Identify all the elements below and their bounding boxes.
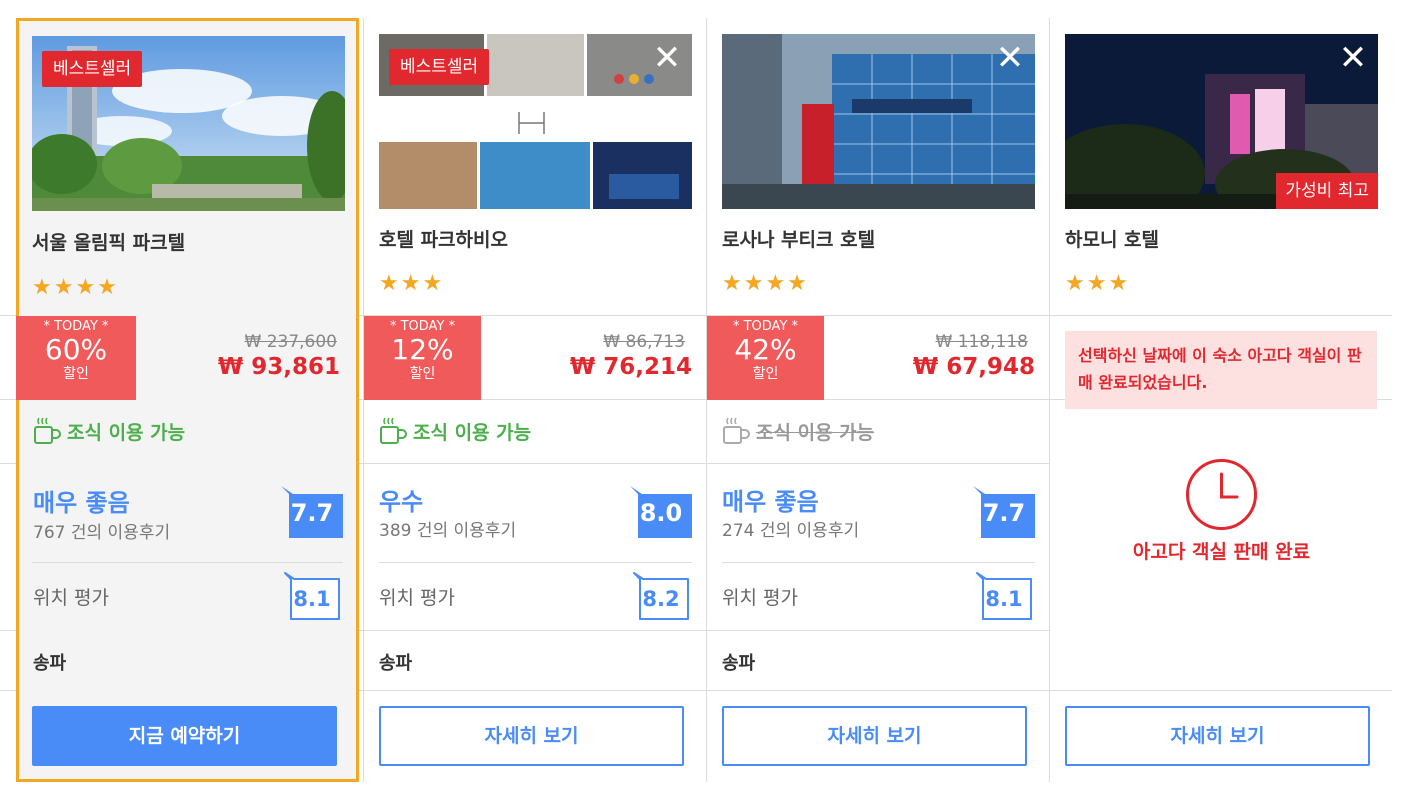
- review-rating-word: 매우 좋음: [33, 489, 130, 517]
- area-label: 송파: [722, 653, 756, 674]
- discounted-price: ₩ 93,861: [217, 354, 340, 380]
- soldout-label: 아고다 객실 판매 완료: [1132, 541, 1311, 563]
- location-score-badge: 8.1: [284, 572, 340, 620]
- hotel-photo[interactable]: 베스트셀러 ✕: [379, 34, 692, 209]
- discount-label: 할인: [409, 366, 436, 382]
- today-discount-badge: * TODAY * 42% 할인: [707, 316, 824, 400]
- discounted-price: ₩ 67,948: [912, 354, 1035, 380]
- discount-label: 할인: [63, 366, 89, 382]
- location-rating-label: 위치 평가: [379, 587, 455, 609]
- location-score: 8.2: [642, 587, 680, 611]
- today-label: * TODAY *: [43, 319, 109, 334]
- clock-icon: [1185, 458, 1258, 535]
- star-rating: ★★★: [1065, 271, 1131, 296]
- best-value-badge: 가성비 최고: [1276, 173, 1378, 209]
- discount-percent: 60%: [44, 333, 108, 366]
- divider: [722, 562, 1035, 563]
- original-price: ₩ 237,600: [244, 332, 337, 352]
- hotel-photo[interactable]: ✕: [722, 34, 1035, 209]
- divider: [32, 562, 343, 563]
- location-score: 8.1: [985, 587, 1023, 611]
- breakfast-label: 조식 이용 가능: [756, 421, 875, 444]
- location-score-badge: 8.1: [976, 572, 1032, 620]
- review-count[interactable]: 274 건의 이용후기: [722, 516, 859, 541]
- area-label: 송파: [379, 653, 413, 674]
- review-score: 7.7: [290, 499, 334, 527]
- today-label: * TODAY *: [732, 319, 799, 334]
- location-rating-label: 위치 평가: [33, 587, 109, 609]
- coffee-cup-icon: [380, 417, 407, 444]
- breakfast-info-unavailable: 조식 이용 가능: [722, 416, 874, 446]
- close-icon[interactable]: ✕: [995, 40, 1025, 76]
- review-score: 8.0: [639, 499, 683, 527]
- review-rating-word: 매우 좋음: [722, 488, 819, 516]
- close-icon[interactable]: ✕: [652, 40, 682, 76]
- hotel-name[interactable]: 호텔 파크하비오: [379, 225, 508, 252]
- coffee-cup-icon: [34, 417, 61, 444]
- location-rating-label: 위치 평가: [722, 587, 798, 609]
- review-score: 7.7: [982, 499, 1026, 527]
- review-count[interactable]: 767 건의 이용후기: [33, 518, 170, 543]
- coffee-cup-icon: [723, 417, 750, 444]
- view-details-button[interactable]: 자세히 보기: [1065, 706, 1370, 766]
- hotel-name[interactable]: 하모니 호텔: [1065, 225, 1159, 252]
- star-rating: ★★★★: [722, 271, 809, 296]
- hotel-card-olympic-parktel[interactable]: 베스트셀러 서울 올림픽 파크텔 ★★★★ * TODAY * 60% 할인 ₩…: [16, 18, 359, 782]
- divider: [379, 562, 692, 563]
- hotel-name[interactable]: 서울 올림픽 파크텔: [32, 228, 185, 255]
- hotel-photo[interactable]: ✕ 가성비 최고: [1065, 34, 1378, 209]
- hotel-card-harmony[interactable]: ✕ 가성비 최고 하모니 호텔 ★★★ 선택하신 날짜에 이 숙소 아고다 객실…: [1050, 18, 1393, 782]
- today-discount-badge: * TODAY * 60% 할인: [16, 316, 136, 400]
- bestseller-badge: 베스트셀러: [42, 51, 143, 87]
- breakfast-info: 조식 이용 가능: [379, 416, 531, 446]
- review-count[interactable]: 389 건의 이용후기: [379, 516, 516, 541]
- hotel-photo[interactable]: 베스트셀러: [32, 36, 345, 211]
- breakfast-info: 조식 이용 가능: [33, 416, 185, 446]
- original-price: ₩ 86,713: [603, 332, 685, 352]
- view-details-button[interactable]: 자세히 보기: [722, 706, 1027, 766]
- review-score-badge: 7.7: [281, 486, 343, 538]
- location-score: 8.1: [293, 587, 331, 611]
- discount-label: 할인: [752, 366, 779, 382]
- today-discount-badge: * TODAY * 12% 할인: [364, 316, 481, 400]
- discount-percent: 42%: [734, 333, 797, 366]
- bestseller-badge: 베스트셀러: [389, 49, 490, 85]
- hotel-name[interactable]: 로사나 부티크 호텔: [722, 225, 875, 252]
- star-rating: ★★★: [379, 271, 445, 296]
- hotel-card-park-habio[interactable]: 베스트셀러 ✕ 호텔 파크하비오 ★★★ * TODAY * 12% 할인 ₩ …: [364, 18, 707, 782]
- hotel-card-rosana-boutique[interactable]: ✕ 로사나 부티크 호텔 ★★★★ * TODAY * 42% 할인 ₩ 118…: [707, 18, 1050, 782]
- book-now-button[interactable]: 지금 예약하기: [32, 706, 337, 766]
- review-score-badge: 8.0: [630, 486, 692, 538]
- today-label: * TODAY *: [389, 319, 456, 334]
- discount-percent: 12%: [391, 333, 454, 366]
- breakfast-label: 조식 이용 가능: [413, 421, 532, 444]
- close-icon[interactable]: ✕: [1338, 40, 1368, 76]
- star-rating: ★★★★: [32, 275, 119, 300]
- review-score-badge: 7.7: [973, 486, 1035, 538]
- original-price: ₩ 118,118: [935, 332, 1028, 352]
- soldout-notice: 선택하신 날짜에 이 숙소 아고다 객실이 판매 완료되었습니다.: [1065, 331, 1377, 409]
- breakfast-label: 조식 이용 가능: [67, 421, 186, 444]
- discounted-price: ₩ 76,214: [569, 354, 692, 380]
- view-details-button[interactable]: 자세히 보기: [379, 706, 684, 766]
- area-label: 송파: [33, 653, 67, 674]
- review-rating-word: 우수: [379, 488, 424, 516]
- location-score-badge: 8.2: [633, 572, 689, 620]
